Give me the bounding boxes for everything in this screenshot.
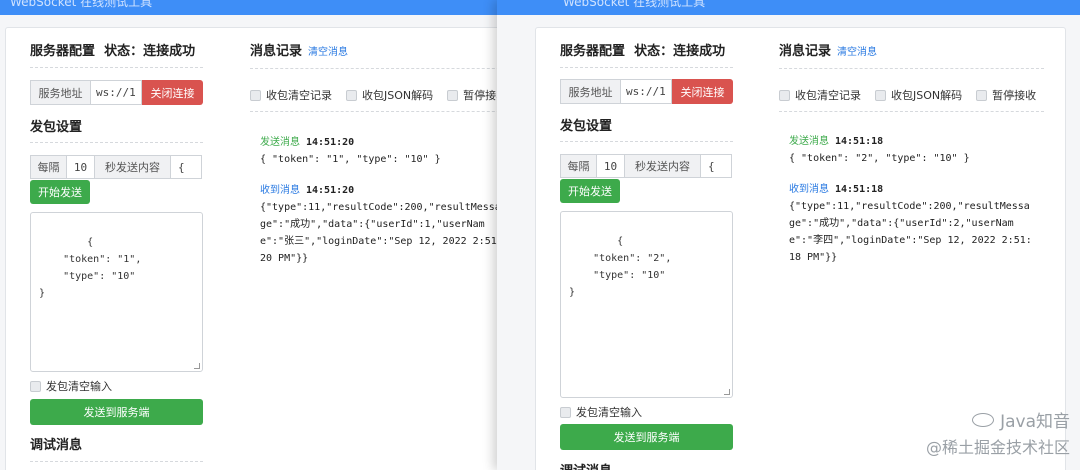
log-time: 14:51:20 [306, 185, 355, 196]
log-body: { "token": "2", "type": "10" } [789, 153, 970, 164]
clear-input-label: 发包清空输入 [46, 380, 112, 393]
message-records-header: 消息记录 清空消息 [250, 40, 348, 59]
message-records-heading: 消息记录 [250, 44, 303, 59]
log-body: {"type":11,"resultCode":200,"resultMessa… [789, 201, 1032, 263]
divider [30, 67, 203, 68]
checkbox-icon[interactable] [30, 380, 41, 392]
start-sending-button[interactable]: 开始发送 [560, 179, 620, 203]
start-sending-button[interactable]: 开始发送 [30, 180, 90, 204]
resize-handle[interactable] [724, 389, 730, 395]
connection-status: 连接成功 [673, 44, 726, 59]
page-header: WebSocket 在线测试工具 [0, 0, 497, 15]
message-records-header: 消息记录 清空消息 [779, 40, 877, 59]
server-address-group: 服务地址 ws://1 关闭连接 [30, 80, 203, 105]
debug-messages-heading: 调试消息 [560, 460, 612, 470]
server-address-input[interactable]: ws://1 [90, 80, 142, 105]
page-header: WebSocket 在线测试工具 [497, 0, 1080, 15]
record-options: 收包清空记录 收包JSON解码 暂停接收 [250, 87, 497, 103]
interval-input[interactable]: 10 [596, 154, 625, 178]
interval-unit-label: 秒发送内容 [624, 154, 701, 178]
log-kind: 发送消息 [789, 136, 829, 147]
page-title: WebSocket 在线测试工具 [10, 0, 153, 9]
server-address-group: 服务地址 ws://1 关闭连接 [560, 79, 733, 104]
page-title: WebSocket 在线测试工具 [563, 0, 706, 9]
wechat-icon [972, 412, 995, 427]
option-pause-receive[interactable]: 暂停接收 [447, 87, 497, 103]
checkbox-icon[interactable] [875, 89, 886, 101]
send-to-server-button[interactable]: 发送到服务端 [30, 399, 203, 425]
server-config-heading: 服务器配置 状态：连接成功 [560, 44, 726, 59]
log-body: {"type":11,"resultCode":200,"resultMessa… [260, 202, 497, 264]
divider [779, 68, 1044, 69]
checkbox-icon[interactable] [560, 406, 571, 418]
option-json-decode[interactable]: 收包JSON解码 [346, 87, 433, 103]
send-settings-heading: 发包设置 [30, 120, 83, 135]
payload-text: { "token": "1", "type": "10" } [39, 237, 142, 299]
log-time: 14:51:18 [835, 136, 884, 147]
resize-handle[interactable] [194, 363, 200, 369]
divider [30, 461, 203, 462]
clear-input-option[interactable]: 发包清空输入 [560, 404, 642, 420]
interval-label: 每隔 [30, 155, 67, 179]
interval-group: 每隔 10 秒发送内容 { [560, 154, 733, 178]
connection-status: 连接成功 [143, 44, 196, 59]
interval-group: 每隔 10 秒发送内容 { [30, 155, 203, 179]
log-kind: 收到消息 [789, 184, 829, 195]
log-entry-sent: 发送消息 14:51:20 { "token": "1", "type": "10… [260, 134, 497, 168]
interval-input[interactable]: 10 [66, 155, 95, 179]
log-time: 14:51:18 [835, 184, 884, 195]
divider [560, 141, 733, 142]
checkbox-icon[interactable] [447, 89, 459, 101]
log-entry-sent: 发送消息 14:51:18 { "token": "2", "type": "10… [789, 133, 1034, 167]
server-config-heading: 服务器配置 状态：连接成功 [30, 44, 196, 59]
option-clear-on-receive[interactable]: 收包清空记录 [779, 87, 861, 103]
clear-messages-link[interactable]: 清空消息 [308, 43, 348, 58]
payload-textarea[interactable]: { "token": "1", "type": "10" } [30, 212, 203, 372]
browser-window-client-1: WebSocket 在线测试工具 服务器配置 状态：连接成功 服务地址 ws:/… [0, 0, 497, 470]
clear-messages-link[interactable]: 清空消息 [837, 43, 877, 58]
option-clear-on-receive[interactable]: 收包清空记录 [250, 87, 332, 103]
checkbox-icon[interactable] [976, 89, 988, 101]
log-time: 14:51:20 [306, 137, 355, 148]
divider [560, 67, 733, 68]
watermark-line-1: Java知音 [1000, 412, 1070, 432]
send-content-input[interactable]: { [170, 155, 202, 179]
divider [250, 68, 497, 69]
main-panel: 服务器配置 状态：连接成功 服务地址 ws://1 关闭连接 发包设置 每隔 1… [535, 27, 1066, 470]
server-address-label: 服务地址 [560, 79, 620, 104]
watermark: Java知音 @稀土掘金技术社区 [926, 407, 1070, 458]
clear-input-label: 发包清空输入 [576, 406, 642, 419]
divider [250, 111, 497, 112]
log-kind: 发送消息 [260, 137, 300, 148]
option-json-decode[interactable]: 收包JSON解码 [875, 87, 962, 103]
send-settings-heading: 发包设置 [560, 119, 613, 134]
log-entry-received: 收到消息 14:51:20 {"type":11,"resultCode":200… [260, 182, 497, 267]
send-content-input[interactable]: { [700, 154, 732, 178]
log-kind: 收到消息 [260, 185, 300, 196]
debug-messages-heading: 调试消息 [30, 438, 83, 453]
record-options: 收包清空记录 收包JSON解码 暂停接收 [779, 87, 1050, 103]
log-body: { "token": "1", "type": "10" } [260, 154, 441, 165]
browser-window-client-2: WebSocket 在线测试工具 服务器配置 状态：连接成功 服务地址 ws:/… [497, 0, 1080, 470]
checkbox-icon[interactable] [346, 89, 357, 101]
checkbox-icon[interactable] [779, 89, 790, 101]
log-entry-received: 收到消息 14:51:18 {"type":11,"resultCode":200… [789, 181, 1034, 266]
clear-input-option[interactable]: 发包清空输入 [30, 378, 112, 394]
interval-label: 每隔 [560, 154, 597, 178]
main-panel: 服务器配置 状态：连接成功 服务地址 ws://1 关闭连接 发包设置 每隔 1… [5, 27, 497, 470]
divider [779, 111, 1044, 112]
server-address-input[interactable]: ws://1 [620, 79, 672, 104]
close-connection-button[interactable]: 关闭连接 [142, 80, 203, 105]
checkbox-icon[interactable] [250, 89, 261, 101]
payload-textarea[interactable]: { "token": "2", "type": "10" } [560, 211, 733, 398]
close-connection-button[interactable]: 关闭连接 [672, 79, 733, 104]
message-records-heading: 消息记录 [779, 44, 832, 59]
send-to-server-button[interactable]: 发送到服务端 [560, 424, 733, 450]
watermark-line-2: @稀土掘金技术社区 [925, 438, 1070, 457]
interval-unit-label: 秒发送内容 [94, 155, 171, 179]
server-address-label: 服务地址 [30, 80, 90, 105]
option-pause-receive[interactable]: 暂停接收 [976, 87, 1036, 103]
payload-text: { "token": "2", "type": "10" } [569, 236, 672, 298]
divider [30, 142, 203, 143]
